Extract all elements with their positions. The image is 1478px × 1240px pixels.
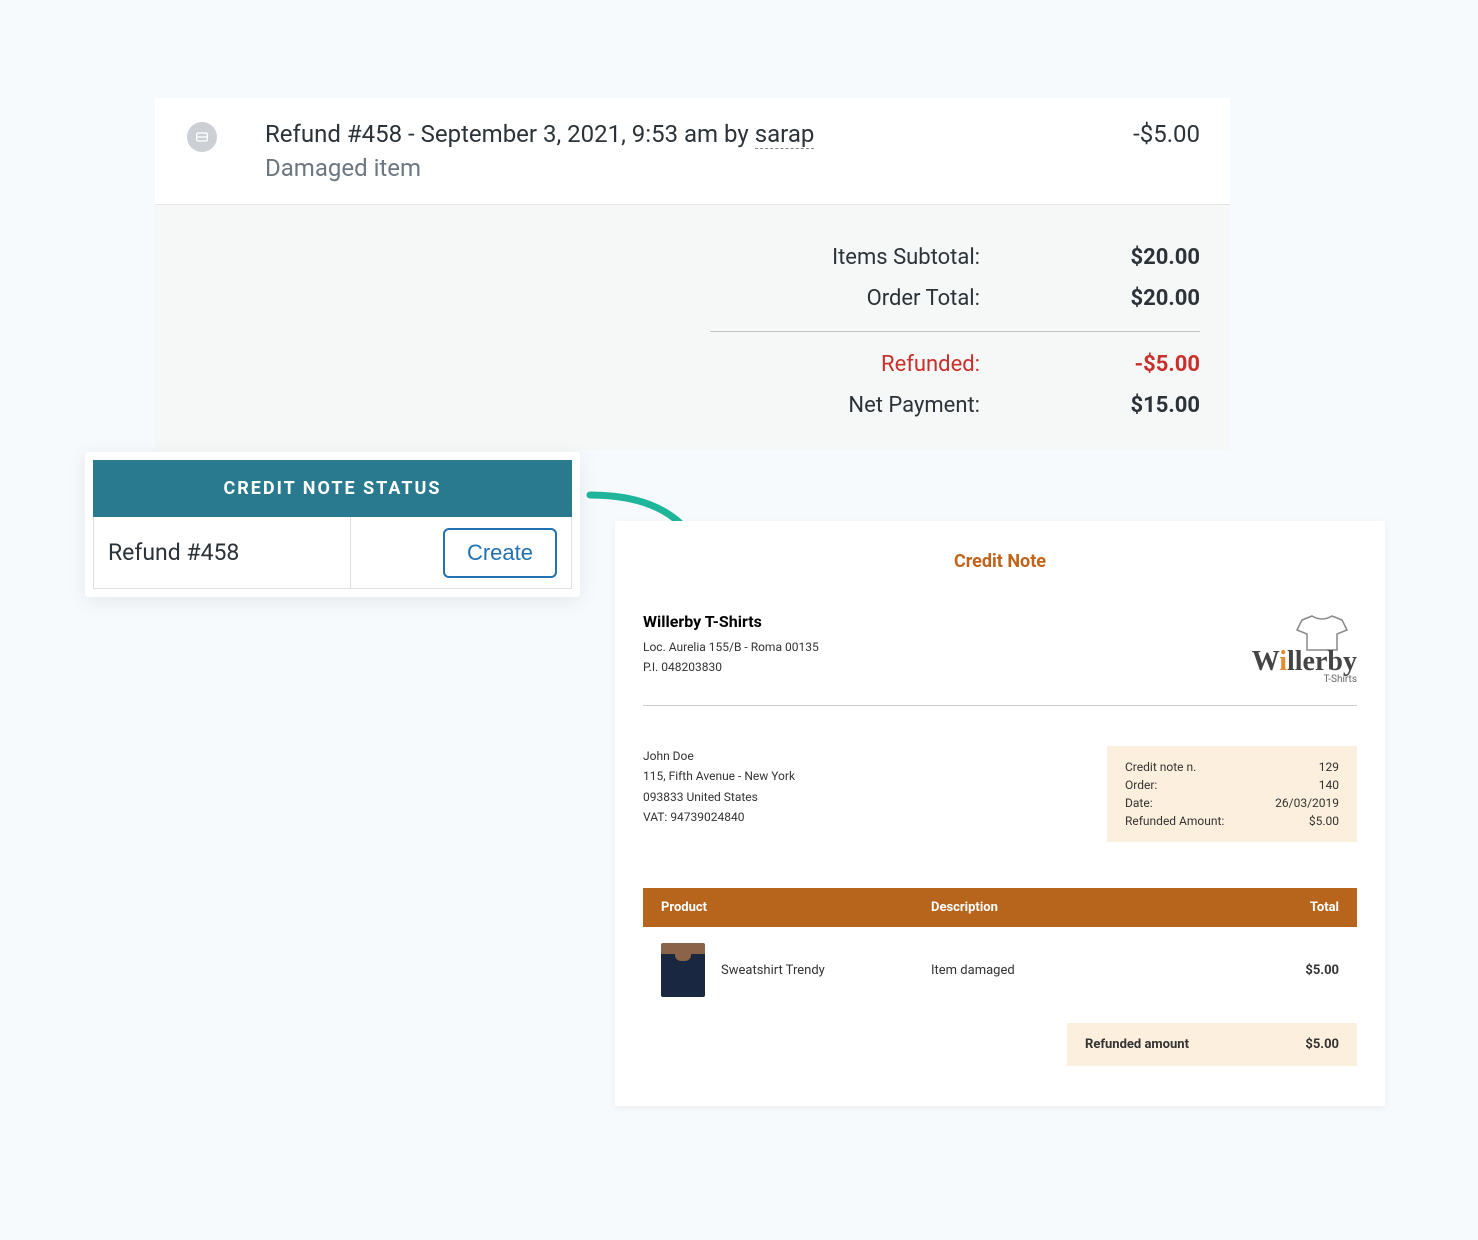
meta-refunded-label: Refunded Amount: [1125, 814, 1224, 828]
create-button[interactable]: Create [443, 528, 557, 578]
th-description: Description [931, 900, 1249, 915]
totals-divider [710, 331, 1200, 332]
footer-value: $5.00 [1305, 1037, 1339, 1052]
credit-note-title: Credit Note [643, 551, 1357, 572]
subtotal-value: $20.00 [1060, 245, 1200, 270]
subtotal-label: Items Subtotal: [720, 245, 980, 270]
customer-address: 115, Fifth Avenue - New York [643, 766, 795, 786]
company-name: Willerby T-Shirts [643, 612, 819, 631]
order-totals: Items Subtotal: $20.00 Order Total: $20.… [155, 205, 1230, 450]
product-thumbnail [661, 943, 705, 997]
refunded-amount-footer: Refunded amount $5.00 [1067, 1023, 1357, 1066]
credit-note-status-panel: CREDIT NOTE STATUS Refund #458 Create [85, 452, 580, 597]
footer-label: Refunded amount [1085, 1037, 1189, 1052]
customer-info: John Doe 115, Fifth Avenue - New York 09… [643, 746, 795, 842]
line-items-header: Product Description Total [643, 888, 1357, 927]
credit-note-document: Credit Note Willerby T-Shirts Loc. Aurel… [615, 521, 1385, 1106]
credit-note-meta: Credit note n. 129 Order: 140 Date: 26/03/2… [1107, 746, 1357, 842]
company-vat: P.I. 048203830 [643, 657, 819, 677]
company-address: Loc. Aurelia 155/B - Roma 00135 [643, 637, 819, 657]
customer-name: John Doe [643, 746, 795, 766]
th-total: Total [1249, 900, 1339, 915]
meta-refunded: $5.00 [1309, 814, 1339, 828]
meta-date: 26/03/2019 [1275, 796, 1339, 810]
refund-amount: -$5.00 [1133, 120, 1200, 148]
customer-zip-country: 093833 United States [643, 787, 795, 807]
refund-user-link[interactable]: sarap [755, 120, 815, 149]
status-panel-header: CREDIT NOTE STATUS [93, 460, 572, 517]
product-name: Sweatshirt Trendy [721, 963, 825, 978]
order-total-value: $20.00 [1060, 286, 1200, 311]
refund-card: Refund #458 - September 3, 2021, 9:53 am… [155, 98, 1230, 450]
status-refund-label: Refund #458 [94, 517, 351, 588]
refund-header: Refund #458 - September 3, 2021, 9:53 am… [155, 98, 1230, 205]
refund-icon [187, 122, 217, 152]
product-description: Item damaged [931, 963, 1249, 978]
refund-reason: Damaged item [265, 154, 1133, 182]
customer-vat: VAT: 94739024840 [643, 807, 795, 827]
net-payment-value: $15.00 [1060, 393, 1200, 418]
meta-credit-num-label: Credit note n. [1125, 760, 1196, 774]
company-info: Willerby T-Shirts Loc. Aurelia 155/B - R… [643, 612, 819, 678]
net-payment-label: Net Payment: [720, 393, 980, 418]
th-product: Product [661, 900, 931, 915]
product-total: $5.00 [1249, 963, 1339, 978]
refund-title: Refund #458 - September 3, 2021, 9:53 am… [265, 120, 1133, 148]
line-item-row: Sweatshirt Trendy Item damaged $5.00 [643, 927, 1357, 1013]
meta-order-label: Order: [1125, 778, 1157, 792]
refunded-value: -$5.00 [1060, 352, 1200, 377]
order-total-label: Order Total: [720, 286, 980, 311]
company-logo: Willerby T-Shirts [1252, 612, 1357, 685]
refunded-label: Refunded: [720, 352, 980, 377]
meta-order: 140 [1319, 778, 1339, 792]
meta-credit-num: 129 [1319, 760, 1339, 774]
meta-date-label: Date: [1125, 796, 1153, 810]
